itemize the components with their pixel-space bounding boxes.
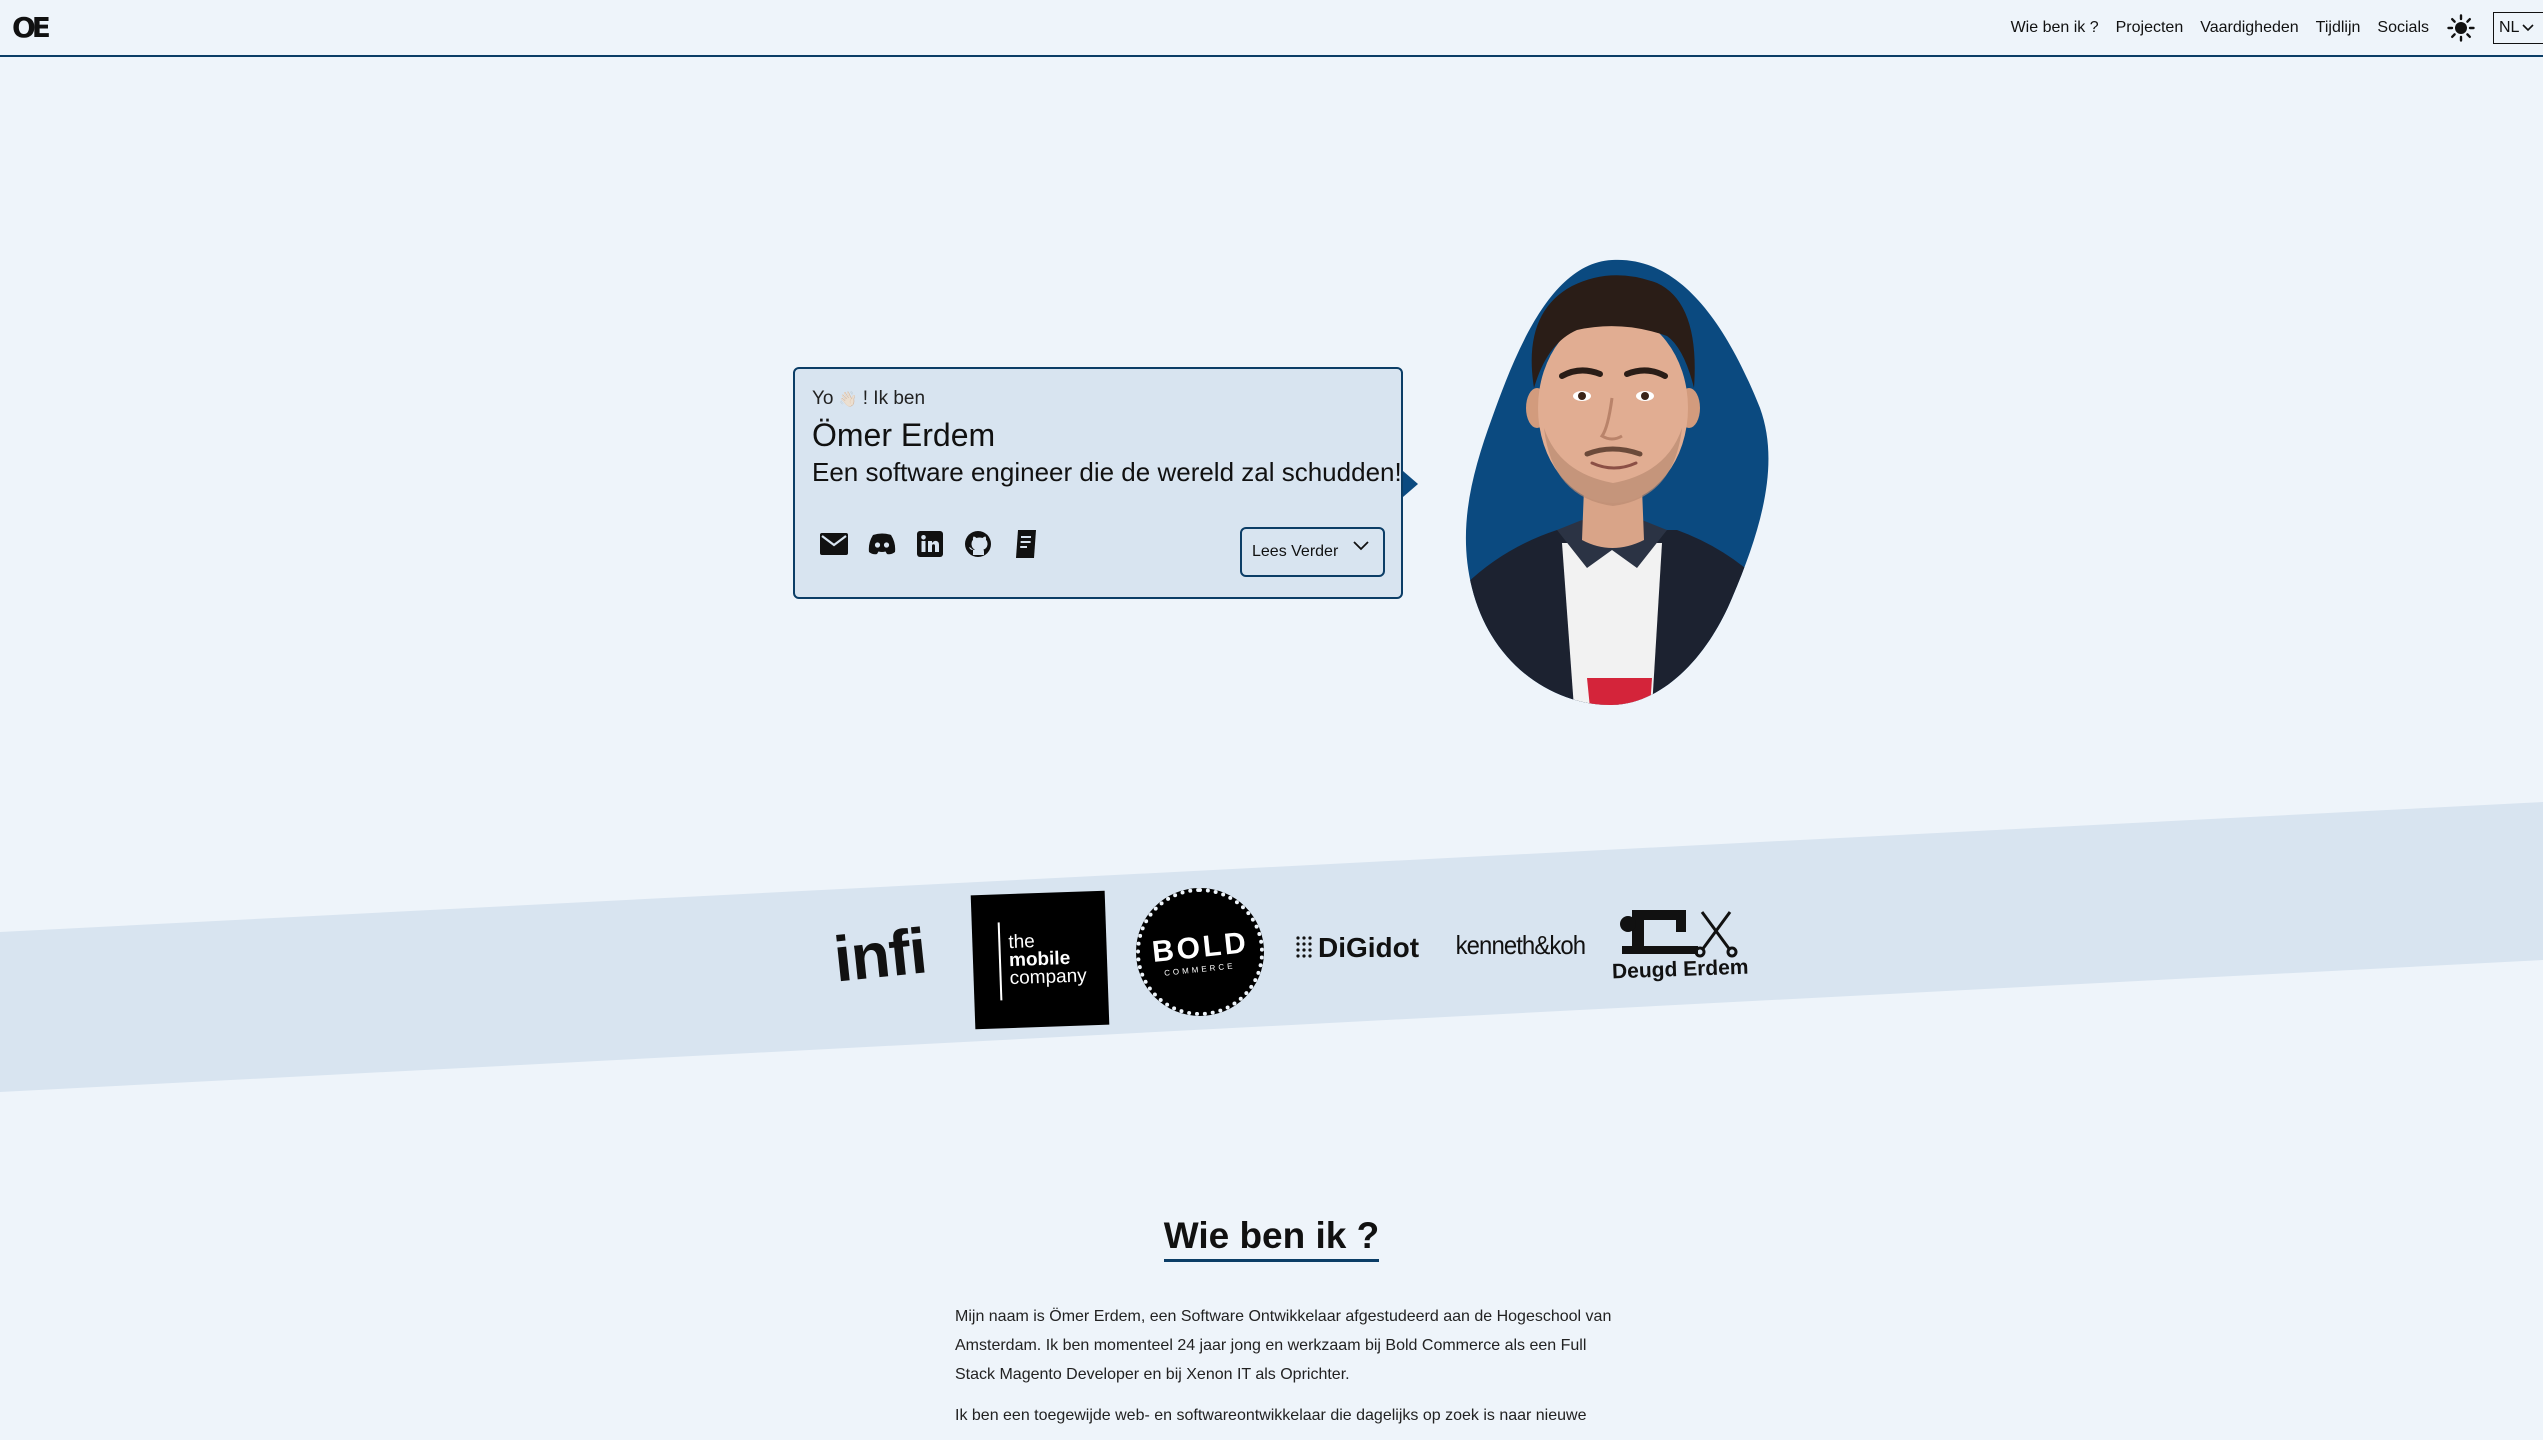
sewing-machine-icon [1620,910,1738,958]
profile-photo [1462,258,1772,708]
company-logo-infi: infi [810,910,950,1000]
waving-hand-emoji: 👋🏻 [838,391,858,408]
company-logo-the-mobile-company: the mobile company [970,890,1110,1030]
read-more-label: Lees Verder [1252,543,1339,560]
mail-icon[interactable] [819,529,849,559]
company-logo-text: Deugd Erdem [1611,955,1749,984]
github-icon[interactable] [963,529,993,559]
hero-tagline: Een software engineer die de wereld zal … [812,457,1402,487]
about-paragraph-1: Mijn naam is Ömer Erdem, een Software On… [955,1308,1612,1383]
read-more-button[interactable]: Lees Verder [1240,527,1385,577]
nav-link-vaardigheden[interactable]: Vaardigheden [2200,19,2298,37]
about-section-text: Mijn naam is Ömer Erdem, een Software On… [955,1302,1615,1440]
nav-link-projecten[interactable]: Projecten [2116,19,2184,37]
company-logo-text: DiGidot [1318,932,1420,963]
sun-icon[interactable] [2446,13,2476,43]
language-select[interactable]: NL [2493,11,2543,44]
mobile-company-line-3: company [1009,965,1088,990]
intro-card: Yo 👋🏻 ! Ik ben Ömer Erdem Een software e… [793,367,1418,599]
companies-band: infi the mobile company BOLD COMMERCE Di… [0,795,2543,1095]
digidot-dots-icon [1296,936,1312,958]
chevron-down-icon [2522,23,2535,31]
top-navbar: OE Wie ben ik ? Projecten Vaardigheden T… [0,0,2543,57]
greeting-text-end: ! Ik ben [862,388,926,409]
document-icon[interactable] [1011,529,1041,559]
company-logo-kenneth-koh: kenneth&koh [1450,915,1590,975]
discord-icon[interactable] [867,529,897,559]
nav-link-wie-ben-ik[interactable]: Wie ben ik ? [2011,19,2099,37]
about-section-title: Wie ben ik ? [0,1215,2543,1262]
nav-link-socials[interactable]: Socials [2377,19,2429,37]
company-logo-bold-commerce: BOLD COMMERCE [1136,888,1264,1016]
chevron-down-icon [1353,541,1369,551]
greeting-text: Yo [812,388,834,409]
social-links [819,529,1041,559]
company-logo-text: infi [830,914,930,996]
speech-tail [1403,471,1418,497]
company-logo-text: kenneth&koh [1455,929,1585,960]
nav-link-tijdlijn[interactable]: Tijdlijn [2316,19,2361,37]
company-logo-deugd-erdem: Deugd Erdem [1610,887,1750,997]
about-title-text: Wie ben ik ? [1163,1215,1380,1262]
site-logo[interactable]: OE [12,14,51,42]
company-logo-digidot: DiGidot [1295,923,1430,973]
hero-name: Ömer Erdem [812,417,996,453]
greeting: Yo 👋🏻 ! Ik ben [812,388,925,410]
about-paragraph-2: Ik ben een toegewijde web- en softwareon… [955,1407,1587,1424]
nav-links: Wie ben ik ? Projecten Vaardigheden Tijd… [2011,0,2543,55]
linkedin-icon[interactable] [915,529,945,559]
language-value: NL [2499,18,2520,36]
